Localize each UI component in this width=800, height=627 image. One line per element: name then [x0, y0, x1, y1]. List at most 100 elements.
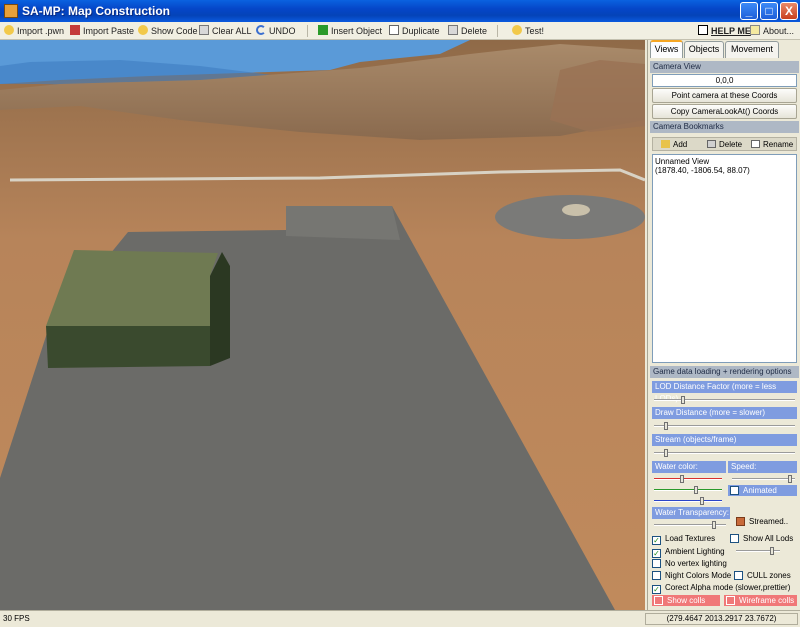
stream-slider[interactable]	[654, 449, 795, 457]
water-blue-slider[interactable]	[654, 497, 722, 505]
tab-movement[interactable]: Movement	[725, 41, 779, 58]
maximize-button[interactable]: □	[760, 2, 778, 20]
ambient-lighting-checkbox[interactable]: ✓ Ambient Lighting	[652, 546, 725, 558]
insert-object-button[interactable]: Insert Object	[318, 24, 382, 38]
list-item[interactable]: Unnamed View (1878.40, -1806.54, 88.07)	[655, 157, 794, 175]
add-bookmark-button[interactable]: Add	[661, 139, 687, 150]
hangar-wall	[46, 326, 210, 368]
position-readout: (279.4647 2013.2917 23.7672)	[645, 613, 798, 625]
tab-objects[interactable]: Objects	[684, 41, 724, 58]
checkbox-box	[654, 596, 663, 605]
import-pwn-button[interactable]: Import .pwn	[4, 24, 64, 38]
camera-bookmarks-header: Camera Bookmarks	[650, 121, 799, 133]
slider-thumb[interactable]	[681, 396, 685, 404]
stream-label: Stream (objects/frame)	[652, 434, 797, 446]
about-button[interactable]: About...	[750, 24, 794, 38]
delete-button[interactable]: Delete	[448, 24, 487, 38]
streamed-button[interactable]: Streamed..	[736, 516, 788, 527]
show-colls-checkbox[interactable]: Show colls	[652, 595, 720, 606]
checkbox-box: ✓	[652, 536, 661, 545]
tab-strip: Views Objects Movement	[648, 40, 800, 58]
sun-icon	[138, 25, 148, 35]
speed-label: Speed:	[728, 461, 797, 473]
checkbox-box	[730, 486, 739, 495]
scene-render	[0, 40, 645, 610]
tab-views[interactable]: Views	[650, 40, 683, 58]
no-vertex-lighting-checkbox[interactable]: No vertex lighting	[652, 558, 727, 569]
close-button[interactable]: X	[780, 2, 798, 20]
rendering-options-header: Game data loading + rendering options	[650, 366, 799, 378]
water-green-slider[interactable]	[654, 486, 722, 494]
test-button[interactable]: Test!	[512, 24, 544, 38]
night-colors-checkbox[interactable]: Night Colors Mode	[652, 570, 731, 581]
water-color-label: Water color:	[652, 461, 726, 473]
ambient-slider[interactable]	[736, 547, 780, 555]
bookmark-list[interactable]: Unnamed View (1878.40, -1806.54, 88.07)	[652, 154, 797, 363]
title-bar: SA-MP: Map Construction _ □ X	[0, 0, 800, 22]
bookmarks-toolbar: Add Delete Rename	[652, 137, 797, 151]
water-transparency-slider[interactable]	[654, 521, 726, 529]
slider-thumb[interactable]	[788, 475, 792, 483]
window-title: SA-MP: Map Construction	[22, 4, 170, 18]
undo-icon	[256, 25, 266, 35]
delete-bookmark-button[interactable]: Delete	[707, 139, 742, 150]
load-textures-checkbox[interactable]: ✓ Load Textures	[652, 533, 715, 545]
grid-icon	[736, 517, 745, 526]
point-camera-button[interactable]: Point camera at these Coords	[652, 88, 797, 103]
minimize-button[interactable]: _	[740, 2, 758, 20]
undo-button[interactable]: UNDO	[256, 24, 296, 38]
checkbox-box	[652, 571, 661, 580]
show-all-lods-checkbox[interactable]: Show All Lods	[730, 533, 793, 544]
info-icon	[750, 25, 760, 35]
cull-zones-checkbox[interactable]: CULL zones	[734, 570, 791, 581]
plus-icon	[318, 25, 328, 35]
camera-view-header: Camera View	[650, 61, 799, 73]
water-red-slider[interactable]	[654, 475, 722, 483]
rocky-hill	[550, 60, 645, 132]
camera-coords-field[interactable]: 0,0,0	[652, 74, 797, 87]
circular-plaza	[495, 195, 645, 239]
correct-alpha-checkbox[interactable]: ✓ Corect Alpha mode (slower,prettier)	[652, 582, 790, 594]
checkbox-box: ✓	[652, 549, 661, 558]
status-bar: 30 FPS (279.4647 2013.2917 23.7672)	[0, 610, 800, 627]
speed-slider[interactable]	[732, 475, 795, 483]
lod-distance-slider[interactable]	[654, 396, 795, 404]
sun-icon	[512, 25, 522, 35]
rename-bookmark-button[interactable]: Rename	[751, 139, 793, 150]
statue	[562, 204, 590, 216]
help-me-button[interactable]: HELP ME	[698, 24, 751, 38]
bookmark-name: Unnamed View	[655, 157, 710, 166]
checkbox-box	[652, 559, 661, 568]
checkbox-box	[730, 534, 739, 543]
3d-viewport[interactable]	[0, 40, 645, 610]
trash-icon	[707, 140, 716, 148]
slider-thumb[interactable]	[664, 422, 668, 430]
folder-icon	[661, 140, 670, 148]
side-panel: Views Objects Movement Camera View 0,0,0…	[647, 40, 800, 610]
slider-thumb[interactable]	[700, 497, 704, 505]
draw-distance-slider[interactable]	[654, 422, 795, 430]
toolbar-separator	[307, 25, 308, 37]
trash-icon	[448, 25, 458, 35]
bookmark-coords: (1878.40, -1806.54, 88.07)	[655, 166, 750, 175]
animated-checkbox[interactable]: Animated	[728, 485, 797, 496]
slider-thumb[interactable]	[712, 521, 716, 529]
copy-camera-lookat-button[interactable]: Copy CameraLookAt() Coords	[652, 104, 797, 119]
show-code-button[interactable]: Show Code	[138, 24, 198, 38]
clear-all-button[interactable]: Clear ALL	[199, 24, 252, 38]
slider-thumb[interactable]	[770, 547, 774, 555]
duplicate-button[interactable]: Duplicate	[389, 24, 440, 38]
paste-icon	[70, 25, 80, 35]
trash-icon	[199, 25, 209, 35]
toolbar-separator	[497, 25, 498, 37]
checkbox-box	[726, 596, 735, 605]
app-icon	[4, 4, 18, 18]
slider-thumb[interactable]	[680, 475, 684, 483]
import-paste-button[interactable]: Import Paste	[70, 24, 134, 38]
wireframe-colls-checkbox[interactable]: Wireframe colls	[724, 595, 797, 606]
copy-icon	[389, 25, 399, 35]
lod-distance-label: LOD Distance Factor (more = less LODs)	[652, 381, 797, 403]
concrete-shade	[286, 206, 400, 240]
slider-thumb[interactable]	[694, 486, 698, 494]
slider-thumb[interactable]	[664, 449, 668, 457]
